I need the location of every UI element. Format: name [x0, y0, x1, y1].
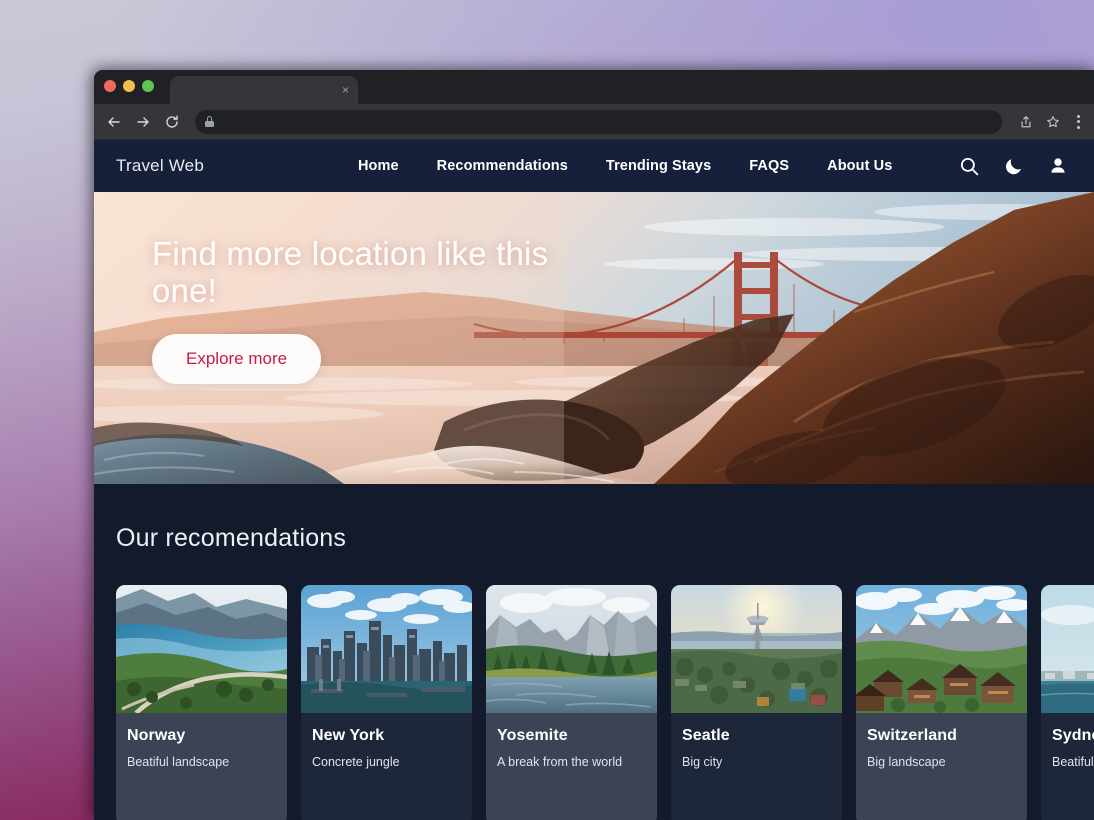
- nav-item-trending-stays[interactable]: Trending Stays: [606, 158, 711, 174]
- card-image-switzerland: [856, 585, 1027, 713]
- recommendation-card-list: Norway Beatiful landscape New York Concr…: [116, 585, 1094, 820]
- card-subtitle: Big city: [682, 755, 723, 769]
- card-image-seatle: [671, 585, 842, 713]
- lock-icon: [205, 116, 214, 127]
- star-icon[interactable]: [1046, 115, 1060, 129]
- site-navbar: Travel Web Home Recommendations Trending…: [94, 140, 1094, 192]
- nav-item-faqs[interactable]: FAQS: [749, 158, 789, 174]
- hero-banner: Find more location like this one! Explor…: [94, 192, 1094, 484]
- browser-window: × Travel Web Home Recommendations Trendi…: [94, 70, 1094, 820]
- card-subtitle: Beatiful landscape: [1052, 755, 1094, 769]
- card-body-switzerland: Switzerland Big landscape: [856, 713, 1027, 769]
- address-bar[interactable]: [195, 109, 1002, 134]
- card-title: Switzerland: [867, 727, 958, 744]
- card-switzerland[interactable]: Switzerland Big landscape: [856, 585, 1027, 820]
- card-title: Seatle: [682, 727, 730, 744]
- share-icon[interactable]: [1019, 115, 1033, 129]
- card-subtitle: A break from the world: [497, 755, 623, 769]
- reload-button[interactable]: [164, 114, 180, 130]
- card-image-sydney: [1041, 585, 1094, 713]
- card-new-york[interactable]: New York Concrete jungle: [301, 585, 472, 820]
- hero-title: Find more location like this one!: [152, 235, 549, 309]
- card-title: Sydney: [1052, 727, 1094, 744]
- close-window-button[interactable]: [104, 80, 116, 92]
- site-nav-links: Home Recommendations Trending Stays FAQS…: [358, 158, 892, 174]
- card-body-sydney: Sydney Beatiful landscape: [1041, 713, 1094, 769]
- card-subtitle: Beatiful landscape: [127, 755, 230, 769]
- account-icon[interactable]: [1048, 156, 1068, 176]
- card-body-norway: Norway Beatiful landscape: [116, 713, 287, 769]
- nav-item-recommendations[interactable]: Recommendations: [437, 158, 568, 174]
- search-icon[interactable]: [959, 156, 980, 177]
- card-subtitle: Concrete jungle: [312, 755, 400, 769]
- web-page: Travel Web Home Recommendations Trending…: [94, 140, 1094, 820]
- minimize-window-button[interactable]: [123, 80, 135, 92]
- card-image-yosemite: [486, 585, 657, 713]
- maximize-window-button[interactable]: [142, 80, 154, 92]
- window-controls: [104, 70, 154, 104]
- browser-toolbar: [94, 104, 1094, 140]
- nav-item-home[interactable]: Home: [358, 158, 399, 174]
- browser-tab-strip: ×: [94, 70, 1094, 104]
- hero-content: Find more location like this one! Explor…: [152, 235, 622, 384]
- browser-tab[interactable]: ×: [170, 76, 358, 104]
- close-tab-icon[interactable]: ×: [342, 84, 349, 96]
- recommendations-section: Our recomendations Norway Beatiful lands…: [94, 484, 1094, 820]
- section-heading: Our recomendations: [116, 524, 347, 552]
- moon-icon[interactable]: [1004, 156, 1024, 176]
- card-seatle[interactable]: Seatle Big city: [671, 585, 842, 820]
- card-body-new-york: New York Concrete jungle: [301, 713, 472, 769]
- explore-more-button[interactable]: Explore more: [152, 333, 322, 384]
- forward-button[interactable]: [135, 114, 151, 130]
- nav-item-about-us[interactable]: About Us: [827, 158, 892, 174]
- card-sydney[interactable]: Sydney Beatiful landscape: [1041, 585, 1094, 820]
- card-norway[interactable]: Norway Beatiful landscape: [116, 585, 287, 820]
- kebab-menu-icon[interactable]: [1073, 114, 1084, 129]
- card-image-new-york: [301, 585, 472, 713]
- card-body-seatle: Seatle Big city: [671, 713, 842, 769]
- site-nav-icons: [959, 156, 1072, 177]
- back-button[interactable]: [106, 114, 122, 130]
- card-title: Yosemite: [497, 727, 568, 744]
- card-title: New York: [312, 727, 385, 744]
- card-subtitle: Big landscape: [867, 755, 946, 769]
- card-yosemite[interactable]: Yosemite A break from the world: [486, 585, 657, 820]
- card-image-norway: [116, 585, 287, 713]
- site-brand[interactable]: Travel Web: [116, 156, 204, 176]
- card-body-yosemite: Yosemite A break from the world: [486, 713, 657, 769]
- card-title: Norway: [127, 727, 186, 744]
